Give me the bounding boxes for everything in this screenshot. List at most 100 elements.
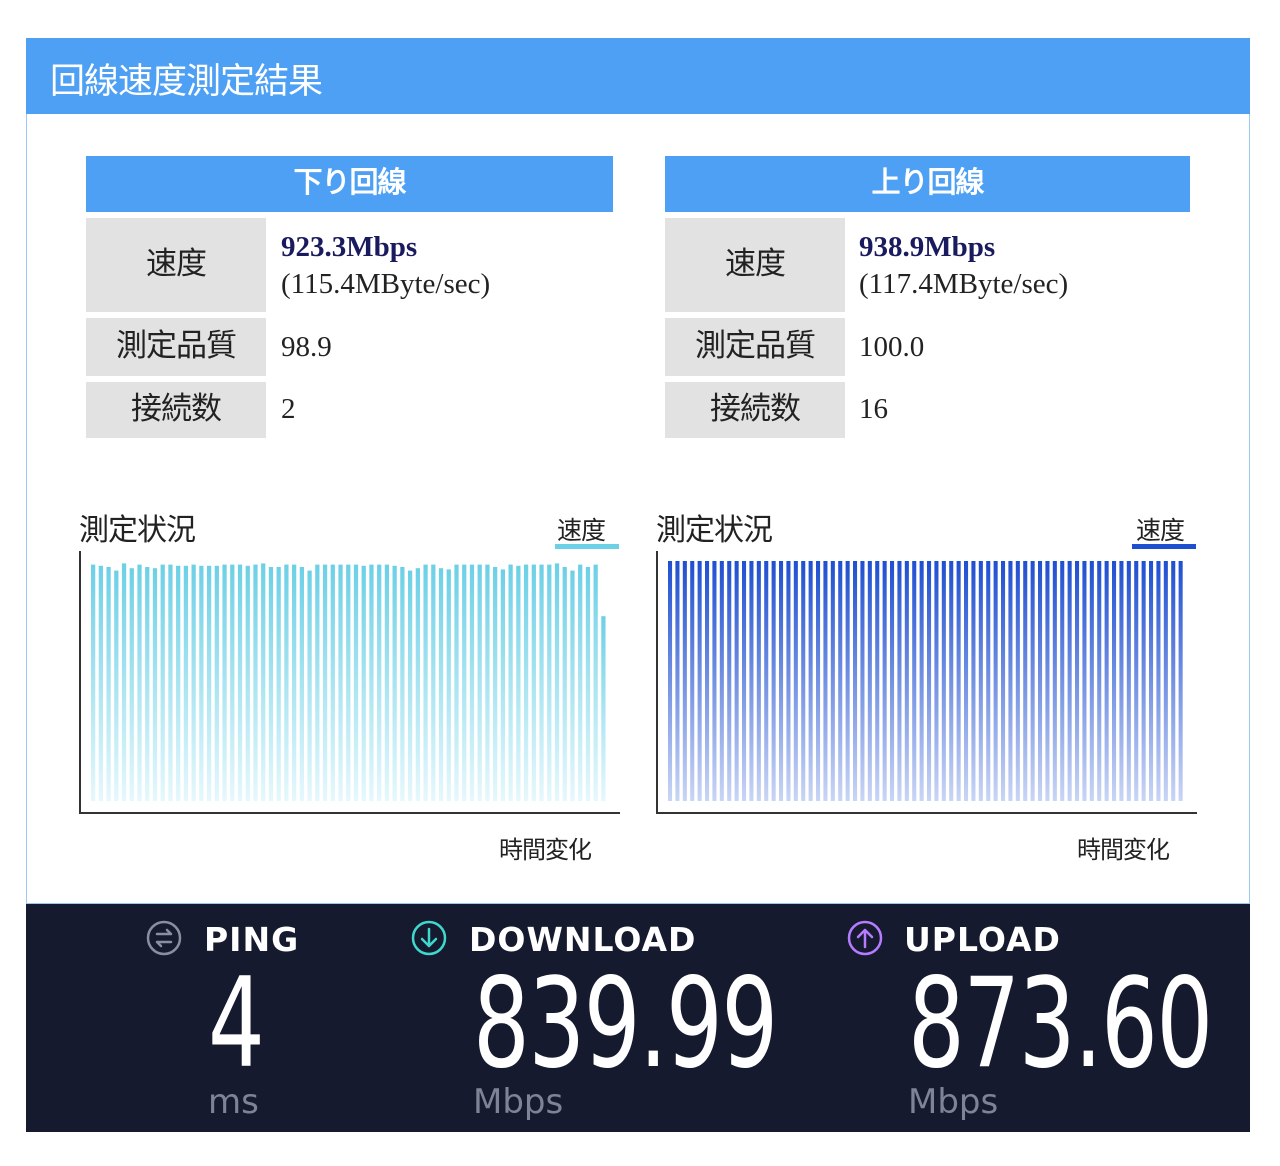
- download-speed-bar-11: [176, 565, 181, 801]
- upload-speed-bar-55: [1075, 561, 1080, 801]
- upload-chart-legend: 速度: [1136, 516, 1185, 545]
- download-speed-bar-24: [276, 567, 281, 801]
- download-speed-chart: [79, 551, 620, 814]
- upload-speed-bar-11: [749, 561, 754, 801]
- download-speed-bar-39: [392, 565, 397, 801]
- download-speed-bar-52: [493, 567, 498, 801]
- download-speed-bar-20: [245, 565, 250, 801]
- download-legend-swatch: [555, 544, 619, 549]
- download-speed-value: 923.3Mbps: [281, 231, 418, 263]
- download-speed-bar-29: [315, 564, 320, 801]
- download-speed-bar-8: [152, 568, 158, 801]
- upload-speed-bar-50: [1038, 561, 1043, 801]
- download-speed-bar-15: [206, 565, 212, 801]
- upload-speed-bar-57: [1089, 561, 1094, 801]
- download-quality-value: 98.9: [281, 331, 332, 363]
- upload-speed-chart: [656, 551, 1197, 814]
- upload-speed-bar-43: [986, 561, 991, 801]
- upload-speed-bar-42: [978, 561, 983, 801]
- upload-speed-bar-48: [1023, 561, 1028, 801]
- download-speed-bar-34: [353, 564, 359, 801]
- upload-chart-xlabel: 時間変化: [1077, 836, 1170, 864]
- upload-speed-bar-9: [734, 561, 739, 801]
- upload-value: 873.60: [908, 952, 1213, 1096]
- upload-speed-bar-41: [971, 561, 976, 801]
- download-chart-legend: 速度: [557, 516, 606, 545]
- download-quality-label: 測定品質: [86, 318, 266, 376]
- upload-speed-bar-12: [756, 561, 761, 801]
- download-unit: Mbps: [473, 1082, 564, 1122]
- upload-speed-bar-1: [675, 561, 680, 801]
- upload-speed-bar-30: [890, 561, 895, 801]
- upload-speed-bar-62: [1126, 561, 1131, 801]
- download-speed-bar-1: [98, 565, 103, 801]
- upload-speed-bar-40: [964, 561, 969, 801]
- download-speed-bar-12: [183, 565, 189, 801]
- download-speed-bar-48: [462, 564, 467, 801]
- upload-speed-bar-10: [742, 561, 747, 801]
- upload-speed-bar-54: [1067, 561, 1072, 801]
- upload-chart-title: 測定状況: [656, 513, 773, 548]
- upload-speed-bar-66: [1156, 561, 1161, 801]
- download-speed-bar-49: [469, 564, 475, 801]
- upload-speed-bar-24: [845, 561, 850, 801]
- download-speed-bar-30: [322, 564, 328, 801]
- download-arrow-icon: [411, 920, 447, 956]
- upload-speed-bar-6: [712, 561, 717, 801]
- upload-speed-bar-63: [1134, 561, 1139, 801]
- upload-speed-bar-13: [764, 561, 769, 801]
- upload-speed-bar-39: [956, 561, 961, 801]
- download-speed-bar-5: [129, 568, 134, 801]
- download-speed-bar-33: [346, 564, 351, 801]
- upload-speed-bar-38: [949, 561, 954, 801]
- download-speed-bar-66: [601, 616, 606, 801]
- download-speed-bar-21: [253, 564, 258, 801]
- upload-arrow-icon: [847, 920, 883, 956]
- download-speed-bar-50: [477, 564, 482, 801]
- download-speed-bar-19: [237, 564, 243, 801]
- download-chart-title: 測定状況: [79, 513, 196, 548]
- ping-value: 4: [208, 952, 265, 1096]
- download-speed-bar-47: [454, 564, 459, 801]
- download-speed-bar-45: [438, 568, 444, 801]
- upload-speed-bar-25: [853, 561, 858, 801]
- ping-unit: ms: [208, 1082, 259, 1122]
- upload-speed-bytes: (117.4MByte/sec): [859, 268, 1069, 300]
- download-speed-bar-36: [369, 564, 374, 801]
- upload-speed-bar-51: [1045, 561, 1050, 801]
- upload-speed-bar-5: [705, 561, 710, 801]
- download-speed-bar-53: [500, 569, 506, 801]
- download-speed-bar-23: [268, 567, 274, 801]
- download-speed-bytes: (115.4MByte/sec): [281, 268, 491, 300]
- download-speed-bar-7: [145, 567, 150, 801]
- upload-speed-bar-64: [1141, 561, 1146, 801]
- download-speed-bar-62: [570, 570, 575, 801]
- download-speed-bar-37: [377, 564, 382, 801]
- upload-speed-label: 速度: [665, 218, 845, 312]
- download-speed-bar-58: [539, 564, 544, 801]
- download-speed-bar-3: [114, 570, 119, 801]
- upload-speed-bar-65: [1149, 561, 1154, 801]
- title-bar: 回線速度測定結果: [26, 38, 1250, 114]
- upload-quality-value: 100.0: [859, 331, 925, 363]
- upload-speed-bar-69: [1178, 561, 1183, 801]
- upload-speed-bar-8: [727, 561, 732, 801]
- upload-speed-bar-0: [668, 561, 673, 801]
- upload-speed-bar-32: [904, 561, 909, 801]
- download-speed-bar-22: [261, 563, 266, 801]
- download-speed-bar-59: [547, 564, 552, 801]
- upload-speed-bar-44: [993, 561, 998, 801]
- upload-speed-bar-35: [927, 561, 932, 801]
- upload-speed-bar-58: [1097, 561, 1102, 801]
- upload-speed-bar-14: [771, 561, 776, 801]
- download-speed-bar-56: [523, 564, 529, 801]
- upload-speed-bar-53: [1060, 561, 1065, 801]
- upload-speed-bar-52: [1052, 561, 1057, 801]
- upload-connections-value: 16: [859, 393, 888, 425]
- download-speed-bar-18: [230, 564, 235, 801]
- upload-legend-swatch: [1132, 544, 1196, 549]
- speedtest-summary: PING 4 ms DOWNLOAD 839.99 Mbps UPLOAD 87…: [26, 904, 1250, 1132]
- upload-speed-bar-3: [690, 561, 695, 801]
- download-speed-bar-0: [91, 564, 96, 801]
- download-speed-bar-57: [531, 564, 536, 801]
